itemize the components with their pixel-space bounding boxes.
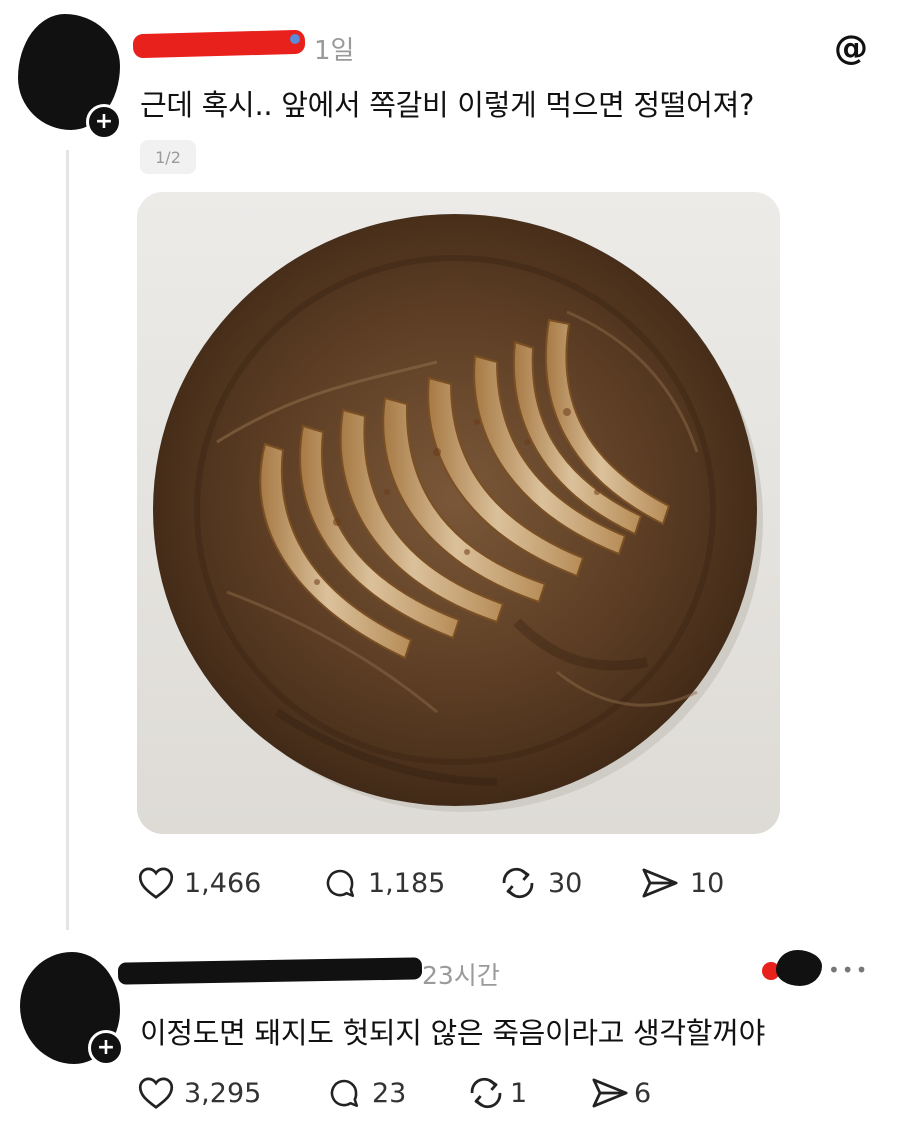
reply-share-button[interactable]: 6 (590, 1076, 651, 1110)
verified-dot (290, 34, 300, 44)
reply-text: 이정도면 돼지도 헛되지 않은 죽음이라고 생각할꺼야 (140, 1016, 765, 1050)
heart-icon (138, 867, 174, 899)
ribs-on-wooden-plate-illustration (137, 192, 780, 834)
comment-button[interactable]: 1,185 (322, 866, 445, 900)
repost-button[interactable]: 30 (498, 866, 582, 900)
follow-add-icon[interactable]: + (88, 1030, 124, 1066)
post-timestamp: 1일 (314, 36, 355, 66)
more-options-icon[interactable]: ••• (828, 958, 869, 982)
like-button[interactable]: 1,466 (138, 866, 261, 900)
reply-like-count: 3,295 (184, 1077, 262, 1109)
comment-count: 1,185 (368, 867, 446, 899)
heart-icon (138, 1077, 174, 1109)
thread-connector-line (66, 150, 69, 930)
reply-like-button[interactable]: 3,295 (138, 1076, 261, 1110)
post-image[interactable] (137, 192, 780, 834)
comment-bubble-icon (326, 869, 355, 898)
post-text: 근데 혹시.. 앞에서 쪽갈비 이렇게 먹으면 정떨어져? (140, 88, 755, 122)
author-liked-avatar-redacted (776, 950, 822, 986)
reply-comment-count: 23 (372, 1077, 407, 1109)
reply-repost-count: 1 (510, 1077, 528, 1109)
share-button[interactable]: 10 (640, 866, 724, 900)
image-page-indicator: 1/2 (140, 140, 196, 174)
reply-username-redacted[interactable] (117, 957, 423, 985)
send-icon (642, 868, 678, 898)
follow-add-icon[interactable]: + (86, 104, 122, 140)
repost-icon (502, 867, 534, 899)
reply-share-count: 6 (634, 1077, 652, 1109)
reply-repost-button[interactable]: 1 (466, 1076, 527, 1110)
repost-icon (470, 1077, 502, 1109)
threads-logo-icon[interactable]: @ (833, 30, 869, 66)
comment-bubble-icon (330, 1079, 359, 1108)
send-icon (592, 1078, 628, 1108)
username-redacted[interactable] (132, 29, 306, 59)
repost-count: 30 (548, 867, 583, 899)
share-count: 10 (690, 867, 725, 899)
reply-comment-button[interactable]: 23 (326, 1076, 406, 1110)
reply-timestamp: 23시간 (422, 961, 500, 990)
like-count: 1,466 (184, 867, 262, 899)
